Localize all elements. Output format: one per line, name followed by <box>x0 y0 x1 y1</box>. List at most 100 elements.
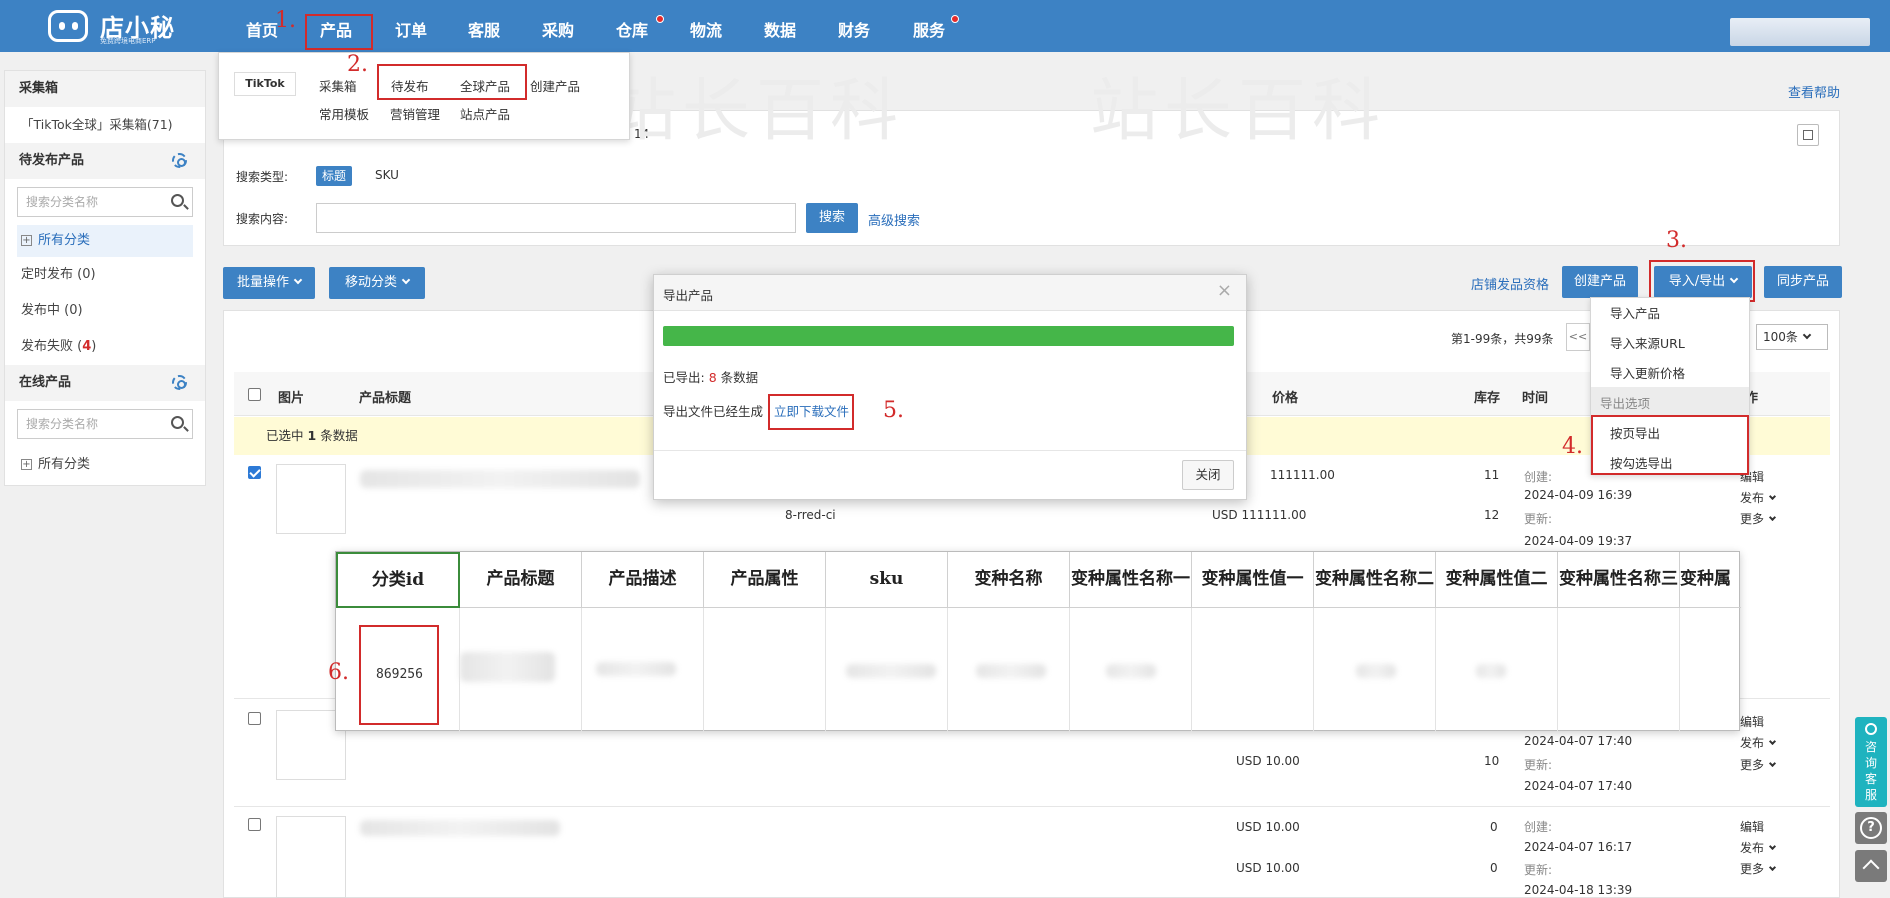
type-title-button[interactable]: 标题 <box>316 166 352 186</box>
blurred-cell <box>846 664 936 678</box>
selected-count: 1 <box>307 428 317 443</box>
search-content-input[interactable] <box>316 203 796 233</box>
row-3-created-label: 创建: <box>1524 820 1553 834</box>
notification-dot <box>951 15 959 23</box>
collect-box-title: 采集箱 <box>5 71 205 107</box>
help-link[interactable]: 查看帮助 <box>1788 82 1840 101</box>
more-label: 更多 <box>1740 512 1765 526</box>
excel-cell <box>1192 608 1314 732</box>
batch-label: 批量操作 <box>236 275 289 290</box>
nav-data[interactable]: 数据 <box>764 0 796 52</box>
sidebar-item-publishing[interactable]: 发布中 (0) <box>5 293 205 329</box>
move-label: 移动分类 <box>344 275 397 290</box>
publish-label: 发布 <box>1740 491 1765 505</box>
sidebar-item-all-categories[interactable]: + 所有分类 <box>17 225 193 257</box>
expand-icon[interactable]: + <box>21 459 32 470</box>
menu-item-marketing[interactable]: 营销管理 <box>390 104 440 123</box>
row-3-price-1: USD 10.00 <box>1236 820 1300 834</box>
row-3-edit-link[interactable]: 编辑 <box>1740 818 1764 835</box>
type-sku-button[interactable]: SKU <box>375 168 399 182</box>
nav-logistics[interactable]: 物流 <box>690 0 722 52</box>
column-price: 价格 <box>1272 391 1299 406</box>
gear-icon[interactable] <box>172 153 187 168</box>
select-all-checkbox[interactable] <box>248 388 261 401</box>
menu-item-templates[interactable]: 常用模板 <box>319 104 369 123</box>
category-search-placeholder: 搜索分类名称 <box>26 417 99 431</box>
search-button[interactable]: 搜索 <box>806 203 858 233</box>
row-checkbox[interactable] <box>248 712 261 725</box>
annotation-box-import-export <box>1649 260 1755 302</box>
nav-finance[interactable]: 财务 <box>838 0 870 52</box>
advanced-search-link[interactable]: 高级搜索 <box>868 210 920 229</box>
back-to-top-button[interactable] <box>1855 850 1887 882</box>
menu-import-product[interactable]: 导入产品 <box>1610 303 1660 322</box>
chevron-down-icon <box>293 275 303 285</box>
row-checkbox[interactable] <box>248 466 261 479</box>
user-account[interactable] <box>1730 18 1870 46</box>
row-3-stock-2: 0 <box>1490 861 1498 875</box>
menu-item-collect[interactable]: 采集箱 <box>319 76 357 95</box>
row-2-publish-link[interactable]: 发布 <box>1740 734 1777 751</box>
sidebar-item-all-categories[interactable]: + 所有分类 <box>5 447 205 483</box>
menu-item-create[interactable]: 创建产品 <box>530 76 580 95</box>
menu-import-price[interactable]: 导入更新价格 <box>1610 363 1685 382</box>
row-2-stock: 10 <box>1484 754 1500 768</box>
product-thumbnail[interactable] <box>276 464 346 534</box>
row-3-more-link[interactable]: 更多 <box>1740 860 1777 877</box>
move-category-button[interactable]: 移动分类 <box>329 267 425 299</box>
nav-purchase[interactable]: 采购 <box>542 0 574 52</box>
sidebar-item-failed[interactable]: 发布失败 (4) <box>5 329 205 365</box>
nav-orders[interactable]: 订单 <box>395 0 427 52</box>
nav-service[interactable]: 客服 <box>468 0 500 52</box>
consult-service-button[interactable]: 咨询客服 <box>1855 717 1887 807</box>
nav-services[interactable]: 服务 <box>913 0 945 52</box>
pending-title: 待发布产品 <box>5 143 205 179</box>
menu-item-site-products[interactable]: 站点产品 <box>460 104 510 123</box>
row-2-edit-link[interactable]: 编辑 <box>1740 713 1764 730</box>
excel-header-category-id: 分类id <box>336 552 460 608</box>
category-search-input[interactable]: 搜索分类名称 <box>17 409 193 439</box>
create-product-button[interactable]: 创建产品 <box>1562 266 1638 298</box>
all-categories-label: 所有分类 <box>38 233 91 248</box>
per-page-select[interactable]: 100条 <box>1756 324 1828 350</box>
row-3-updated-label: 更新: <box>1524 863 1553 877</box>
help-button[interactable]: ? <box>1855 812 1887 844</box>
step-6-marker: 6. <box>328 660 349 685</box>
row-1-updated: 2024-04-09 19:37 <box>1524 534 1633 548</box>
modal-close-button[interactable]: 关闭 <box>1182 460 1234 490</box>
row-1-more-link[interactable]: 更多 <box>1740 510 1777 527</box>
pagination-prev-button[interactable]: << <box>1566 323 1590 351</box>
collapse-panel-button[interactable] <box>1797 124 1819 146</box>
sidebar-item-tiktok-collect[interactable]: 「TikTok全球」采集箱(71) <box>5 107 205 143</box>
pending-title-label: 待发布产品 <box>19 153 85 168</box>
menu-import-url[interactable]: 导入来源URL <box>1610 333 1685 352</box>
blurred-cell <box>1356 664 1396 678</box>
search-icon[interactable] <box>171 416 184 429</box>
exported-text: 已导出: 8 条数据 <box>663 367 758 386</box>
exported-suffix: 条数据 <box>720 370 759 385</box>
category-search-input[interactable]: 搜索分类名称 <box>17 187 193 217</box>
store-qualification-link[interactable]: 店铺发品资格 <box>1471 274 1549 293</box>
row-2-more-link[interactable]: 更多 <box>1740 756 1777 773</box>
blurred-product-title <box>360 470 640 488</box>
row-3-publish-link[interactable]: 发布 <box>1740 839 1777 856</box>
row-checkbox[interactable] <box>248 818 261 831</box>
notification-dot <box>656 15 664 23</box>
sidebar-item-scheduled[interactable]: 定时发布 (0) <box>5 257 205 293</box>
blurred-cell <box>1106 664 1156 678</box>
sync-product-button[interactable]: 同步产品 <box>1764 266 1842 298</box>
search-icon[interactable] <box>171 194 184 207</box>
tiktok-logo[interactable]: TikTok <box>234 72 296 96</box>
excel-header-variant-attr-value-2: 变种属性值二 <box>1436 552 1558 608</box>
row-1-stock-2: 12 <box>1484 508 1500 522</box>
nav-warehouse[interactable]: 仓库 <box>616 0 648 52</box>
gear-icon[interactable] <box>172 375 187 390</box>
column-time: 时间 <box>1522 391 1549 406</box>
close-icon[interactable]: × <box>1217 280 1232 301</box>
product-thumbnail[interactable] <box>276 816 346 898</box>
row-1-publish-link[interactable]: 发布 <box>1740 489 1777 506</box>
expand-icon[interactable]: + <box>21 235 32 246</box>
batch-operation-button[interactable]: 批量操作 <box>223 267 315 299</box>
nav-home[interactable]: 首页 <box>246 0 278 52</box>
annotation-box-export <box>1591 415 1749 475</box>
